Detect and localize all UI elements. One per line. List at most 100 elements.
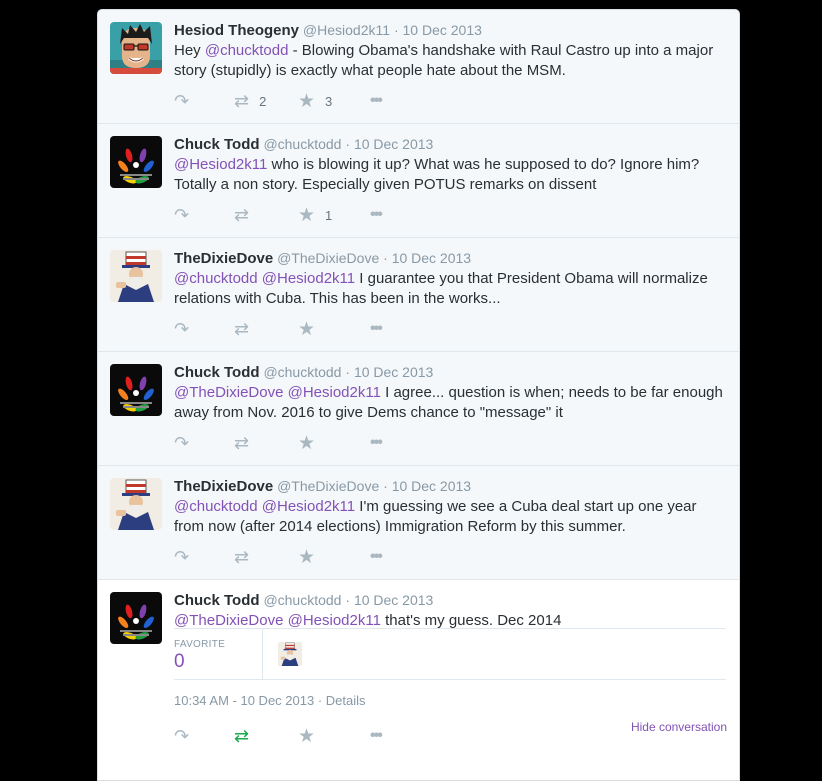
more-button[interactable]: ••• <box>370 434 383 452</box>
retweet-button[interactable]: ⇄ <box>234 205 249 225</box>
more-button[interactable]: ••• <box>370 206 383 224</box>
retweet-button[interactable]: ⇄ <box>234 432 250 453</box>
separator-dot: · <box>317 693 323 708</box>
user-handle[interactable]: @TheDixieDove <box>277 250 379 266</box>
avatar[interactable] <box>110 250 162 302</box>
tweet-text: @chucktodd @Hesiod2k11 I guarantee you t… <box>174 269 724 309</box>
more-button[interactable]: ••• <box>370 548 383 566</box>
mention-link[interactable]: @Hesiod2k11 <box>174 156 267 173</box>
retweet-button[interactable]: ⇄ <box>234 546 250 567</box>
nbc-peacock-avatar <box>110 136 162 188</box>
mention-link[interactable]: @Hesiod2k11 <box>262 270 355 287</box>
user-handle[interactable]: @chucktodd <box>263 364 341 380</box>
star-icon: ★ <box>298 546 316 568</box>
tweet-header: Chuck Todd @chucktodd · 10 Dec 2013 <box>174 592 433 609</box>
focused-tweet: Chuck Todd @chucktodd · 10 Dec 2013 @TheD… <box>98 580 739 780</box>
user-handle[interactable]: @Hesiod2k11 <box>303 22 390 38</box>
mention-link[interactable]: @chucktodd <box>205 42 289 59</box>
tweet-item[interactable]: Chuck Todd @chucktodd · 10 Dec 2013 @Hesi… <box>98 124 739 238</box>
favorite-button[interactable]: ★ <box>298 432 316 454</box>
retweet-button[interactable]: ⇄ <box>234 726 249 746</box>
reply-button[interactable]: ↶ <box>174 318 190 339</box>
user-name[interactable]: TheDixieDove <box>174 250 273 267</box>
retweet-icon: ⇄ <box>234 90 250 111</box>
reply-button[interactable]: ↶ <box>174 433 189 453</box>
mention-link[interactable]: @Hesiod2k11 <box>288 612 381 629</box>
mention-link[interactable]: @TheDixieDove <box>174 612 283 629</box>
retweet-count: 2 <box>259 93 267 109</box>
hide-conversation-link[interactable]: Hide conversation <box>631 720 727 734</box>
mention-link[interactable]: @chucktodd <box>174 498 258 515</box>
tweet-item[interactable]: TheDixieDove @TheDixieDove · 10 Dec 2013… <box>98 466 739 580</box>
avatar[interactable] <box>110 22 162 74</box>
star-icon: ★ <box>298 204 316 226</box>
mention-link[interactable]: @chucktodd <box>174 270 258 287</box>
nbc-peacock-avatar <box>110 364 162 416</box>
avatar[interactable] <box>110 592 162 644</box>
text-segment: Hey <box>174 42 205 59</box>
favorite-label: FAVORITE <box>174 639 226 650</box>
text-segment: that's my guess. Dec 2014 <box>380 612 562 629</box>
tweet-stats: FAVORITE 0 <box>174 628 726 680</box>
tweet-timestamp[interactable]: 10:34 AM - 10 Dec 2013 <box>174 693 314 708</box>
uncle-sam-avatar <box>278 642 302 666</box>
user-handle[interactable]: @chucktodd <box>263 592 341 608</box>
tweet-header: Chuck Todd @chucktodd · 10 Dec 2013 <box>174 364 433 381</box>
retweet-icon: ⇄ <box>234 432 250 453</box>
more-button[interactable]: ••• <box>370 727 383 745</box>
uncle-sam-avatar <box>110 478 162 530</box>
more-icon: ••• <box>370 92 383 109</box>
favoriter-avatar[interactable] <box>278 642 302 666</box>
user-name[interactable]: Chuck Todd <box>174 136 260 153</box>
tweet-date[interactable]: 10 Dec 2013 <box>392 250 471 266</box>
favorite-button[interactable]: ★ <box>298 546 316 568</box>
separator-dot: · <box>383 250 388 266</box>
more-icon: ••• <box>370 434 383 451</box>
favorite-button[interactable]: ★ <box>298 319 315 340</box>
more-button[interactable]: ••• <box>370 320 383 338</box>
tweet-item[interactable]: Chuck Todd @chucktodd · 10 Dec 2013 @TheD… <box>98 352 739 466</box>
favorite-button[interactable]: ★ <box>298 726 315 747</box>
tweet-date[interactable]: 10 Dec 2013 <box>403 22 482 38</box>
user-name[interactable]: Chuck Todd <box>174 364 260 381</box>
tweet-header: TheDixieDove @TheDixieDove · 10 Dec 2013 <box>174 250 471 267</box>
mention-link[interactable]: @Hesiod2k11 <box>288 384 381 401</box>
reply-button[interactable]: ↶ <box>174 204 190 225</box>
reply-button[interactable]: ↶ <box>174 91 189 111</box>
favorite-button[interactable]: ★ 3 <box>298 91 332 112</box>
tweet-item[interactable]: Hesiod Theogeny @Hesiod2k11 · 10 Dec 201… <box>98 10 739 124</box>
mention-link[interactable]: @TheDixieDove <box>174 384 283 401</box>
retweet-button[interactable]: ⇄ <box>234 318 250 339</box>
more-icon: ••• <box>370 548 383 565</box>
favorite-button[interactable]: ★ 1 <box>298 204 333 226</box>
details-link[interactable]: Details <box>326 693 366 708</box>
mention-link[interactable]: @Hesiod2k11 <box>262 498 355 515</box>
more-button[interactable]: ••• <box>370 92 383 110</box>
retweet-button[interactable]: ⇄ 2 <box>234 90 267 111</box>
tweet-date[interactable]: 10 Dec 2013 <box>354 136 433 152</box>
reply-icon: ↶ <box>174 204 190 225</box>
avatar[interactable] <box>110 136 162 188</box>
reply-icon: ↶ <box>174 318 190 339</box>
favorite-count: 1 <box>325 207 333 223</box>
tweet-text: @TheDixieDove @Hesiod2k11 I agree... que… <box>174 383 724 423</box>
user-handle[interactable]: @chucktodd <box>263 136 341 152</box>
reply-button[interactable]: ↶ <box>174 725 190 746</box>
tweet-date[interactable]: 10 Dec 2013 <box>354 592 433 608</box>
tweet-date[interactable]: 10 Dec 2013 <box>354 364 433 380</box>
user-handle[interactable]: @TheDixieDove <box>277 478 379 494</box>
retweet-icon: ⇄ <box>234 318 250 339</box>
user-name[interactable]: Hesiod Theogeny <box>174 22 299 39</box>
avatar[interactable] <box>110 478 162 530</box>
user-name[interactable]: Chuck Todd <box>174 592 260 609</box>
user-name[interactable]: TheDixieDove <box>174 478 273 495</box>
tweet-date[interactable]: 10 Dec 2013 <box>392 478 471 494</box>
star-icon: ★ <box>298 432 316 454</box>
retweet-icon: ⇄ <box>234 546 250 567</box>
reply-icon: ↶ <box>174 725 190 746</box>
avatar[interactable] <box>110 364 162 416</box>
tweet-item[interactable]: TheDixieDove @TheDixieDove · 10 Dec 2013… <box>98 238 739 352</box>
favorite-count-link[interactable]: 0 <box>174 651 185 673</box>
reply-button[interactable]: ↶ <box>174 547 189 567</box>
hesiod-avatar <box>110 22 162 74</box>
